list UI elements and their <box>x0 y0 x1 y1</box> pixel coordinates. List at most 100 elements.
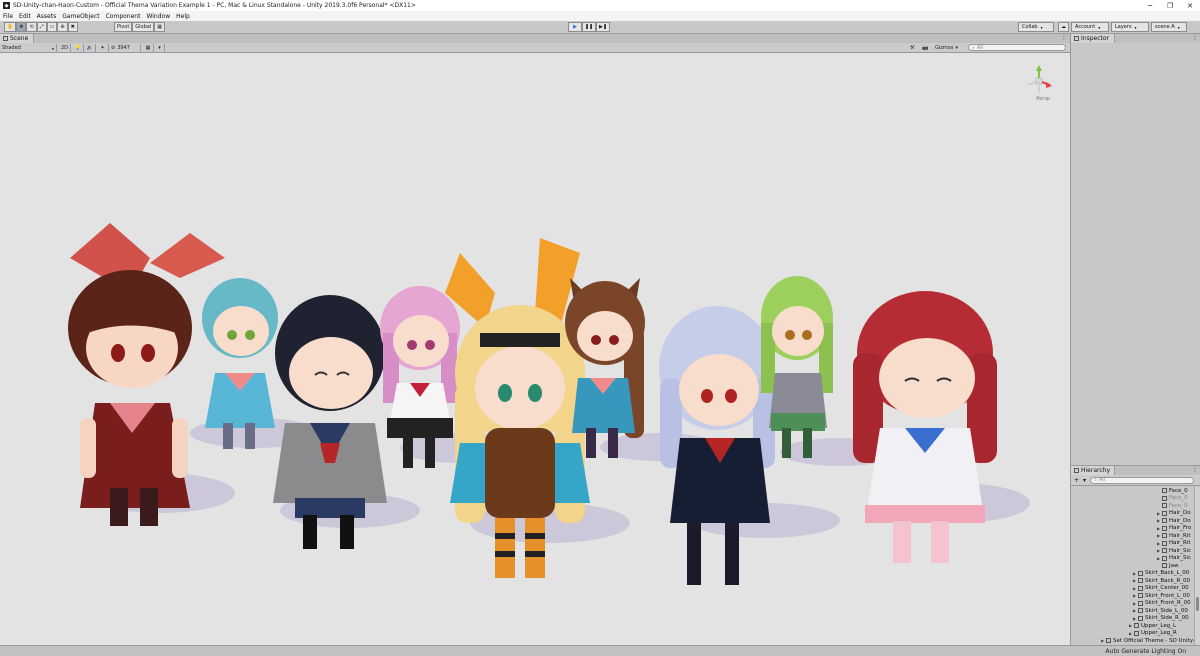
gameobject-icon <box>1138 600 1143 606</box>
panel-menu-icon[interactable]: ⋮ <box>1061 34 1067 41</box>
scrollbar-thumb[interactable] <box>1196 597 1199 611</box>
move-tool-button[interactable]: ✥ <box>16 22 27 32</box>
transform-tool-button[interactable]: ⊕ <box>57 22 68 32</box>
global-button[interactable]: Global <box>132 22 155 32</box>
hierarchy-item[interactable]: ▶ Skirt_Front_L_00 <box>1071 592 1195 600</box>
hierarchy-item[interactable]: ▶ Set Official Theme - SD Unity- <box>1071 637 1195 645</box>
close-button[interactable]: ✕ <box>1180 0 1200 11</box>
custom-tool-button[interactable]: ✖ <box>67 22 78 32</box>
tab-scene[interactable]: Scene <box>0 34 34 43</box>
audio-toggle[interactable]: 🔈 <box>85 44 96 52</box>
hierarchy-item[interactable]: Face_0 <box>1071 495 1195 503</box>
lighting-toggle[interactable]: 💡 <box>73 44 84 52</box>
hierarchy-item[interactable]: Face_0 <box>1071 502 1195 510</box>
chevron-down-icon[interactable]: ▾ <box>1083 477 1086 484</box>
hand-tool-button[interactable]: ✋ <box>4 22 17 32</box>
hierarchy-search-input[interactable]: ⌕ All <box>1090 476 1195 484</box>
2d-label: 2D <box>60 45 69 51</box>
scene-panel: Scene ⋮ Shaded ▾ 2D 💡 🔈 ✦ ⊘ 3947 ▦ ▾ ⚒ 📷… <box>0 34 1070 645</box>
hierarchy-item[interactable]: ▶ Hair_Rit <box>1071 532 1195 540</box>
panel-menu-icon[interactable]: ⋮ <box>1192 34 1198 41</box>
scale-tool-button[interactable]: ⤢ <box>36 22 47 32</box>
rotate-tool-button[interactable]: ⟲ <box>26 22 37 32</box>
hierarchy-item[interactable]: ▶ Skirt_Center_00 <box>1071 585 1195 593</box>
shading-mode-dropdown[interactable]: Shaded ▾ <box>0 44 57 52</box>
pause-button[interactable]: ❚❚ <box>582 22 596 32</box>
gizmos-dropdown[interactable]: Gizmos ▾ <box>935 44 967 52</box>
pivot-label: Pivot <box>117 24 130 30</box>
hierarchy-item[interactable]: Face_0 <box>1071 487 1195 495</box>
character-model-8[interactable] <box>757 263 837 463</box>
snap-button[interactable]: ▦ <box>154 22 165 32</box>
effects-dropdown[interactable]: ✦ <box>97 44 109 52</box>
character-model-6[interactable] <box>560 268 650 468</box>
play-button[interactable]: ▶ <box>568 22 582 32</box>
grid-dropdown[interactable]: ▾ <box>155 44 165 52</box>
hierarchy-item[interactable]: Jaw <box>1071 562 1195 570</box>
camera-button[interactable]: 📷 <box>922 44 932 52</box>
hidden-objects-count[interactable]: ⊘ 3947 <box>111 44 141 52</box>
minimize-button[interactable]: ─ <box>1140 0 1160 11</box>
chevron-down-icon: ▾ <box>1040 24 1043 30</box>
add-object-button[interactable]: + <box>1074 477 1079 484</box>
scene-viewport[interactable]: Persp <box>0 53 1070 645</box>
grid-toggle[interactable]: ▦ <box>143 44 154 52</box>
layers-dropdown[interactable]: Layers ▾ <box>1111 22 1149 32</box>
hierarchy-item[interactable]: ▶ Hair_Sic <box>1071 547 1195 555</box>
hierarchy-item[interactable]: ▶ Skirt_Side_L_00 <box>1071 607 1195 615</box>
hierarchy-item[interactable]: ▶ Hair_Rit <box>1071 540 1195 548</box>
window-controls: ─ ❐ ✕ <box>1140 0 1200 11</box>
tab-hierarchy[interactable]: Hierarchy <box>1071 466 1115 475</box>
hierarchy-item[interactable]: ▶ Skirt_Front_R_00 <box>1071 600 1195 608</box>
scene-icon <box>3 36 8 41</box>
gameobject-icon <box>1162 548 1167 554</box>
hierarchy-item[interactable]: ▶ Hair_Do <box>1071 510 1195 518</box>
hierarchy-item-label: Skirt_Center_00 <box>1145 585 1189 592</box>
gizmos-label: Gizmos <box>935 45 954 51</box>
account-dropdown[interactable]: Account ▾ <box>1071 22 1109 32</box>
status-bar: Auto Generate Lighting On <box>0 645 1200 656</box>
hierarchy-item[interactable]: ▶ Hair_Do <box>1071 517 1195 525</box>
hierarchy-item[interactable]: ▶ Upper_Leg_L <box>1071 622 1195 630</box>
collab-dropdown[interactable]: Collab ▾ <box>1018 22 1054 32</box>
hierarchy-item-label: Skirt_Back_L_00 <box>1145 570 1190 577</box>
tab-inspector[interactable]: Inspector <box>1071 34 1115 43</box>
rect-tool-button[interactable]: ▭ <box>46 22 58 32</box>
menu-help[interactable]: Help <box>176 13 190 20</box>
hierarchy-item[interactable]: ▶ Skirt_Back_R_00 <box>1071 577 1195 585</box>
maximize-button[interactable]: ❐ <box>1160 0 1180 11</box>
hierarchy-item-label: Hair_Rit <box>1169 532 1191 539</box>
unity-logo-icon: ◆ <box>3 2 10 9</box>
hierarchy-item[interactable]: ▶ Skirt_Side_R_00 <box>1071 615 1195 623</box>
gameobject-icon <box>1138 608 1143 614</box>
tab-hierarchy-label: Hierarchy <box>1081 467 1111 474</box>
menu-window[interactable]: Window <box>146 13 170 20</box>
inspector-panel: Inspector ⋮ <box>1070 34 1200 465</box>
hierarchy-item[interactable]: ▶ Skirt_Back_L_00 <box>1071 570 1195 578</box>
menu-edit[interactable]: Edit <box>19 13 31 20</box>
panel-menu-icon[interactable]: ⋮ <box>1192 466 1198 473</box>
step-button[interactable]: ▶❚ <box>596 22 610 32</box>
menu-component[interactable]: Component <box>106 13 141 20</box>
pivot-button[interactable]: Pivot <box>114 22 133 32</box>
hierarchy-item[interactable]: ▶ Hair_Sic <box>1071 555 1195 563</box>
menu-gameobject[interactable]: GameObject <box>62 13 99 20</box>
hidden-count-label: 3947 <box>117 45 130 51</box>
hierarchy-item-label: Skirt_Back_R_00 <box>1145 577 1191 584</box>
layout-label: scene A <box>1155 24 1175 30</box>
menu-file[interactable]: File <box>3 13 13 20</box>
tools-button[interactable]: ⚒ <box>910 44 920 52</box>
hierarchy-item[interactable]: ▶ Hair_Fro <box>1071 525 1195 533</box>
hierarchy-scrollbar[interactable] <box>1194 487 1200 645</box>
cloud-button[interactable]: ☁ <box>1058 22 1069 32</box>
scene-search-input[interactable]: ⌕ All <box>968 44 1066 51</box>
2d-toggle[interactable]: 2D <box>59 44 71 52</box>
hierarchy-item-label: Skirt_Front_R_00 <box>1145 600 1191 607</box>
hierarchy-item[interactable]: ▶ Upper_Leg_R <box>1071 630 1195 638</box>
hierarchy-item-label: Skirt_Side_R_00 <box>1145 615 1189 622</box>
chevron-down-icon: ▾ <box>1177 24 1180 30</box>
layout-dropdown[interactable]: scene A ▾ <box>1151 22 1187 32</box>
hierarchy-list: Face_0 Face_0 Face_0 ▶ Hair_Do ▶ Hair_Do ▶ Hair_… <box>1071 487 1195 645</box>
menu-assets[interactable]: Assets <box>37 13 57 20</box>
character-model-9[interactable] <box>845 283 1005 568</box>
